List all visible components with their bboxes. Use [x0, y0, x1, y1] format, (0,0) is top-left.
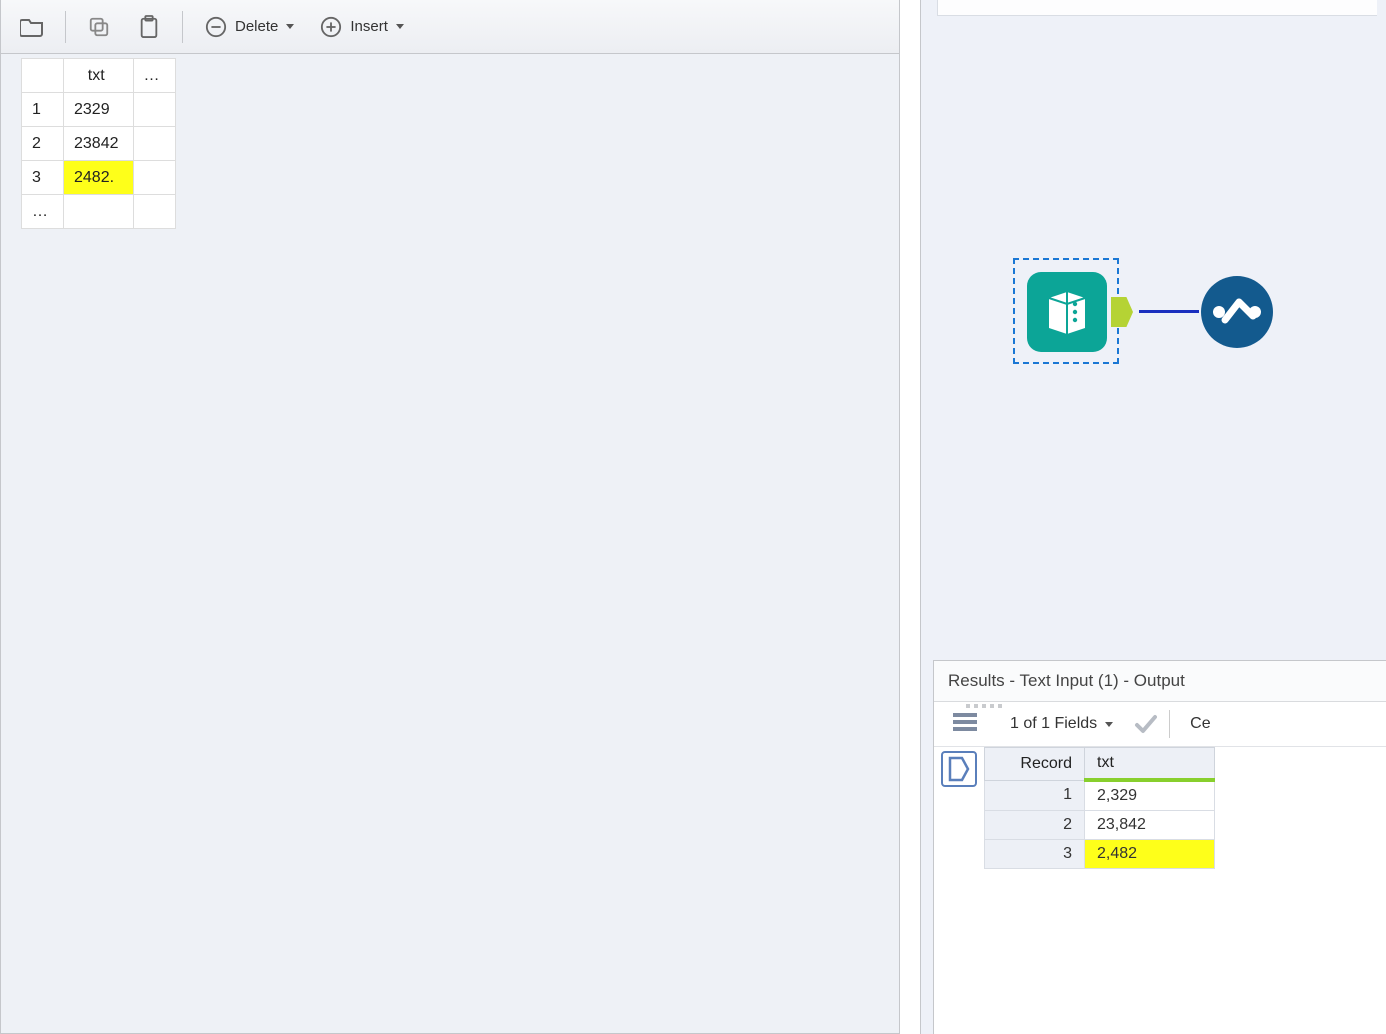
table-row: 3 2,482	[985, 840, 1215, 869]
add-row-cell[interactable]: …	[22, 195, 64, 229]
cell-viewer-button[interactable]: Ce	[1182, 711, 1218, 737]
text-input-tool-icon	[1027, 272, 1107, 352]
config-toolbar: Delete Insert	[1, 0, 899, 54]
results-title: Results - Text Input (1) - Output	[934, 661, 1386, 702]
chevron-down-icon	[1105, 722, 1113, 727]
table-row: 2 23,842	[985, 811, 1215, 840]
chevron-down-icon	[286, 24, 294, 29]
cell-blank[interactable]	[133, 127, 175, 161]
cell-value[interactable]: 23,842	[1085, 811, 1215, 840]
row-header-blank[interactable]	[22, 59, 64, 93]
folder-icon	[19, 14, 45, 40]
toolbar-separator	[182, 11, 183, 43]
check-icon[interactable]	[1133, 712, 1157, 736]
copy-icon	[86, 14, 112, 40]
cell-value[interactable]: 2329	[64, 93, 134, 127]
table-header-row: Record txt	[985, 748, 1215, 781]
table-row: 2 23842	[22, 127, 176, 161]
cell-blank[interactable]	[133, 195, 175, 229]
toolbar-separator	[65, 11, 66, 43]
column-header-txt[interactable]: txt	[1085, 748, 1215, 781]
row-number[interactable]: 2	[22, 127, 64, 161]
table-row: 1 2329	[22, 93, 176, 127]
insert-label: Insert	[350, 18, 388, 35]
insert-button[interactable]: Insert	[310, 8, 412, 46]
workflow-canvas[interactable]: Results - Text Input (1) - Output 1 of 1…	[920, 0, 1386, 1034]
toolbar-separator	[1169, 710, 1170, 738]
row-number[interactable]: 2	[985, 811, 1085, 840]
browse-tool-icon	[1209, 292, 1265, 332]
row-number[interactable]: 1	[985, 780, 1085, 811]
column-header-txt[interactable]: txt	[64, 59, 134, 93]
cell-value[interactable]: 23842	[64, 127, 134, 161]
config-pane: Delete Insert txt … 1 2329 2 23842 3	[0, 0, 900, 1034]
browse-tool-node[interactable]	[1201, 276, 1273, 348]
cell-value[interactable]: 2482.	[64, 161, 134, 195]
results-panel: Results - Text Input (1) - Output 1 of 1…	[933, 660, 1386, 1034]
chevron-down-icon	[396, 24, 404, 29]
delete-label: Delete	[235, 18, 278, 35]
table-header-row: txt …	[22, 59, 176, 93]
text-input-tool-node[interactable]	[1013, 258, 1119, 364]
results-grid[interactable]: Record txt 1 2,329 2 23,842 3 2,482	[984, 747, 1215, 869]
cell-value[interactable]: 2,329	[1085, 780, 1215, 811]
output-anchor-icon[interactable]	[1111, 297, 1133, 327]
results-side-icons	[934, 747, 984, 869]
minus-circle-icon	[203, 14, 229, 40]
open-file-button[interactable]	[11, 8, 53, 46]
cell-label: Ce	[1190, 715, 1210, 733]
delete-button[interactable]: Delete	[195, 8, 302, 46]
grip-dots-icon[interactable]	[962, 704, 1006, 712]
cell-blank[interactable]	[133, 161, 175, 195]
add-column-cell[interactable]: …	[133, 59, 175, 93]
cell-value[interactable]: 2,482	[1085, 840, 1215, 869]
row-number[interactable]: 1	[22, 93, 64, 127]
plus-circle-icon	[318, 14, 344, 40]
clipboard-icon	[136, 14, 162, 40]
connection-line[interactable]	[1139, 310, 1199, 313]
table-row-add[interactable]: …	[22, 195, 176, 229]
cell-blank[interactable]	[133, 93, 175, 127]
table-row: 1 2,329	[985, 780, 1215, 811]
fields-label: 1 of 1 Fields	[1010, 715, 1097, 733]
copy-button[interactable]	[78, 8, 120, 46]
list-view-icon[interactable]	[951, 710, 979, 738]
canvas-ruler	[937, 0, 1377, 16]
row-number[interactable]: 3	[985, 840, 1085, 869]
row-number[interactable]: 3	[22, 161, 64, 195]
paste-button[interactable]	[128, 8, 170, 46]
column-header-record[interactable]: Record	[985, 748, 1085, 781]
cell-blank[interactable]	[64, 195, 134, 229]
results-body: Record txt 1 2,329 2 23,842 3 2,482	[934, 747, 1386, 869]
fields-dropdown[interactable]: 1 of 1 Fields	[1002, 711, 1121, 737]
table-row: 3 2482.	[22, 161, 176, 195]
output-anchor-button[interactable]	[941, 751, 977, 787]
text-input-grid[interactable]: txt … 1 2329 2 23842 3 2482. …	[21, 58, 176, 229]
